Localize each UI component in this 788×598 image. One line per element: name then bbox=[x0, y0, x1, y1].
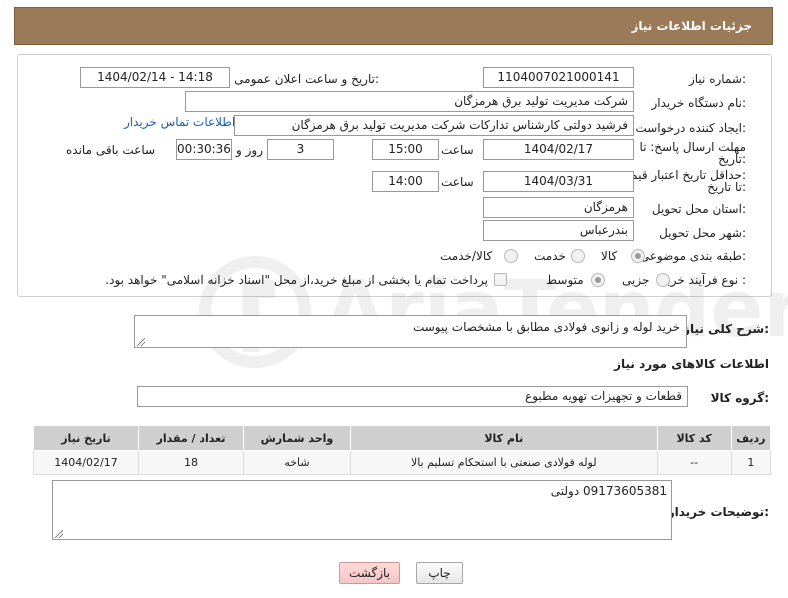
validity-time-field: 14:00 bbox=[372, 171, 439, 192]
cell-date: 1404/02/17 bbox=[33, 450, 139, 475]
deadline-date-field: 1404/02/17 bbox=[483, 139, 634, 160]
province-label: استان محل تحویل: bbox=[651, 202, 746, 216]
deadline-time-field: 15:00 bbox=[372, 139, 439, 160]
col-header-row-number: ردیف bbox=[730, 425, 772, 451]
goods-section-title: اطلاعات کالاهای مورد نیاز bbox=[614, 357, 769, 371]
category-radio-goods-service[interactable] bbox=[504, 249, 518, 263]
goods-group-label: گروه کالا: bbox=[710, 391, 769, 405]
page-header: جزئیات اطلاعات نیاز bbox=[14, 7, 773, 45]
payment-checkbox[interactable] bbox=[494, 273, 507, 286]
description-textarea[interactable]: خرید لوله و زانوی فولادی مطابق با مشخصات… bbox=[134, 315, 687, 348]
description-text: خرید لوله و زانوی فولادی مطابق با مشخصات… bbox=[412, 320, 680, 334]
print-button[interactable]: چاپ bbox=[416, 562, 463, 584]
creator-field: فرشید دولتی کارشناس تدارکات شرکت مدیریت … bbox=[234, 115, 634, 136]
category-label: طبقه بندی موضوعی: bbox=[639, 249, 746, 263]
cell-unit: شاخه bbox=[242, 450, 351, 475]
table-header-row: ردیف کد کالا نام کالا واحد شمارش تعداد /… bbox=[33, 425, 772, 451]
category-option-goods-service: کالا/خدمت bbox=[440, 249, 493, 263]
back-button[interactable]: بازگشت bbox=[339, 562, 400, 584]
deadline-time-label: ساعت bbox=[441, 143, 474, 157]
days-field: 3 bbox=[267, 139, 334, 160]
province-field: هرمزگان bbox=[483, 197, 634, 218]
buyer-notes-text: 09173605381 دولتی bbox=[550, 484, 667, 498]
process-option-medium: متوسط bbox=[546, 273, 584, 287]
buyer-label: نام دستگاه خریدار: bbox=[651, 96, 747, 110]
process-option-minor: جزیی bbox=[622, 273, 650, 287]
col-header-code: کد کالا bbox=[656, 425, 732, 451]
process-label: نوع فرآیند خرید : bbox=[661, 273, 746, 287]
creator-label: ایجاد کننده درخواست: bbox=[635, 121, 746, 135]
days-label: روز و bbox=[236, 143, 263, 157]
buyer-notes-textarea[interactable]: 09173605381 دولتی bbox=[52, 480, 672, 540]
payment-note: پرداخت تمام یا بخشی از مبلغ خرید،از محل … bbox=[105, 273, 488, 287]
city-label: شهر محل تحویل: bbox=[659, 226, 746, 240]
deadline-label-date: تاریخ: bbox=[718, 152, 746, 166]
announce-label: تاریخ و ساعت اعلان عمومی: bbox=[234, 72, 379, 86]
need-number-label: شماره نیاز: bbox=[688, 72, 746, 86]
buyer-notes-label: توضیحات خریدار: bbox=[667, 505, 769, 519]
validity-time-label: ساعت bbox=[441, 175, 474, 189]
remaining-time-field: 00:30:36 bbox=[176, 139, 232, 160]
category-option-goods: کالا bbox=[601, 249, 618, 263]
validity-date-field: 1404/03/31 bbox=[483, 171, 634, 192]
cell-code: -- bbox=[656, 450, 732, 475]
page-title: جزئیات اطلاعات نیاز bbox=[631, 19, 752, 33]
process-radio-medium[interactable] bbox=[591, 273, 605, 287]
category-radio-goods[interactable] bbox=[631, 249, 645, 263]
goods-group-field: قطعات و تجهیزات تهویه مطبوع bbox=[137, 386, 688, 407]
cell-name: لوله فولادی صنعتی با استحکام تسلیم بالا bbox=[349, 450, 658, 475]
col-header-date: تاریخ نیاز bbox=[33, 425, 139, 451]
buyer-contact-link[interactable]: اطلاعات تماس خریدار bbox=[124, 115, 235, 129]
col-header-name: نام کالا bbox=[349, 425, 658, 451]
remaining-label: ساعت باقی مانده bbox=[66, 143, 156, 157]
process-radio-minor[interactable] bbox=[656, 273, 670, 287]
resize-grip-icon[interactable] bbox=[55, 530, 63, 538]
col-header-unit: واحد شمارش bbox=[242, 425, 351, 451]
need-number-field: 1104007021000141 bbox=[483, 67, 634, 88]
description-label: شرح کلی نیاز: bbox=[683, 322, 769, 336]
resize-grip-icon[interactable] bbox=[137, 338, 145, 346]
category-option-service: خدمت bbox=[534, 249, 566, 263]
cell-quantity: 18 bbox=[138, 450, 244, 475]
cell-row-number: 1 bbox=[730, 450, 772, 475]
announce-field: 1404/02/14 - 14:18 bbox=[80, 67, 230, 88]
col-header-quantity: تعداد / مقدار bbox=[138, 425, 244, 451]
buyer-field: شرکت مدیریت تولید برق هرمزگان bbox=[185, 91, 634, 112]
table-row: 1 -- لوله فولادی صنعتی با استحکام تسلیم … bbox=[33, 450, 772, 475]
goods-table: ردیف کد کالا نام کالا واحد شمارش تعداد /… bbox=[33, 425, 772, 475]
city-field: بندرعباس bbox=[483, 220, 634, 241]
category-radio-service[interactable] bbox=[571, 249, 585, 263]
validity-label-date: تا تاریخ: bbox=[707, 180, 746, 194]
